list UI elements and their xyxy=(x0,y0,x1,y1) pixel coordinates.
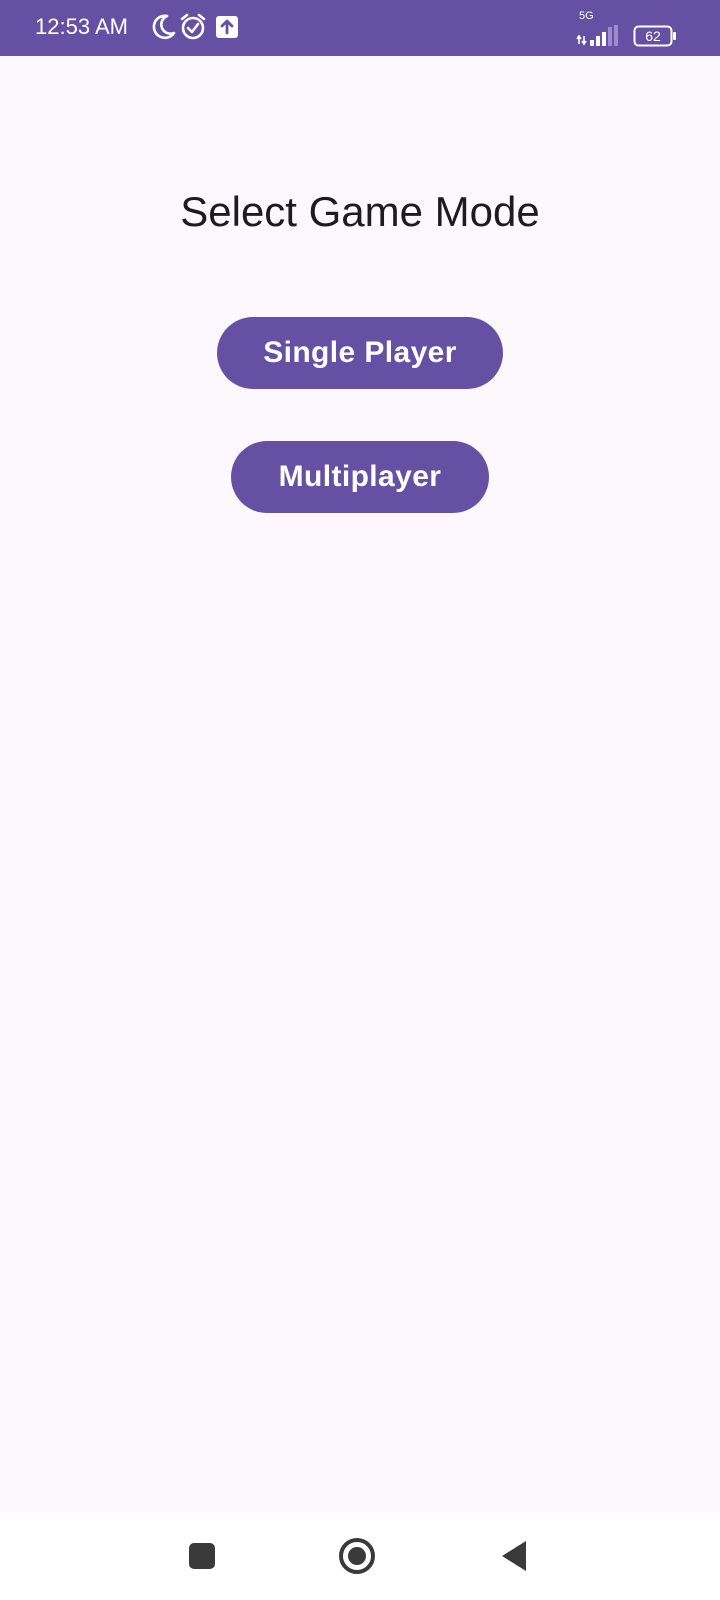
signal-icon xyxy=(576,25,618,46)
home-icon[interactable] xyxy=(333,1532,381,1580)
recent-apps-icon[interactable] xyxy=(178,1532,226,1580)
navigation-bar xyxy=(0,1512,720,1600)
moon-icon xyxy=(152,14,176,40)
alarm-icon xyxy=(180,13,206,40)
battery-level: 62 xyxy=(645,28,661,44)
multiplayer-button[interactable]: Multiplayer xyxy=(231,441,489,513)
upload-icon xyxy=(216,16,238,38)
single-player-button[interactable]: Single Player xyxy=(217,317,503,389)
page-title: Select Game Mode xyxy=(180,188,540,235)
status-time: 12:53 AM xyxy=(35,14,128,39)
main-content: Select Game Mode Single Player Multiplay… xyxy=(0,56,720,1512)
back-icon[interactable] xyxy=(490,1532,538,1580)
status-bar: 12:53 AM 5G 62 xyxy=(0,0,720,56)
network-type-label: 5G xyxy=(579,10,594,22)
